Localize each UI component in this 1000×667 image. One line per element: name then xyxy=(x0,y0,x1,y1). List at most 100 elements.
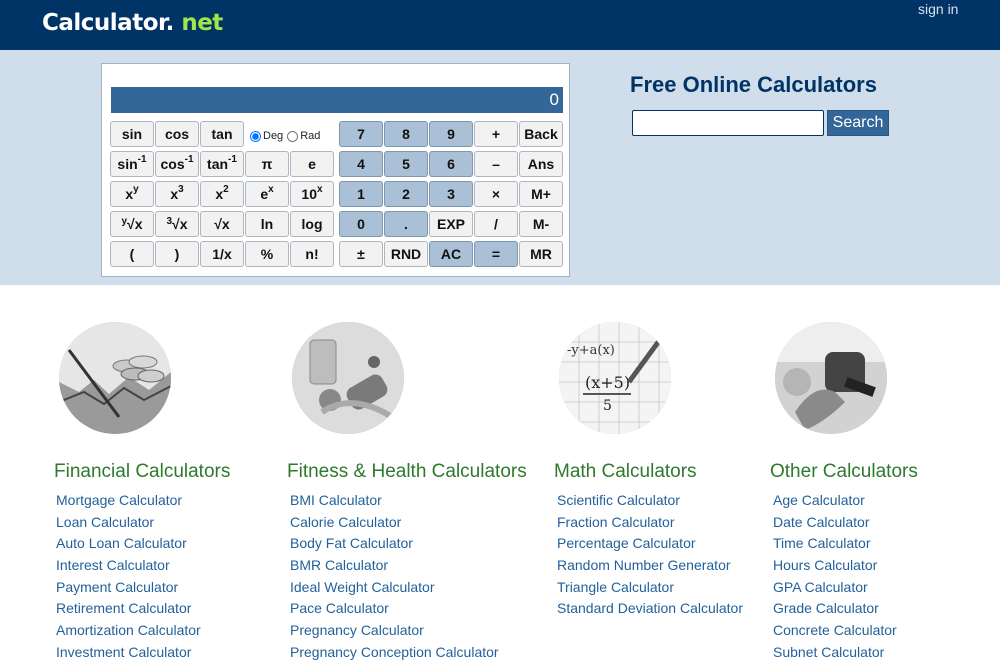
key-factorial[interactable]: n! xyxy=(290,241,334,267)
key-sqrt[interactable]: √x xyxy=(200,211,244,237)
deg-option[interactable]: Deg xyxy=(250,130,283,142)
search-button[interactable]: Search xyxy=(827,110,889,136)
key-random[interactable]: RND xyxy=(384,241,428,267)
key-acos[interactable]: cos-1 xyxy=(155,151,199,177)
key-times[interactable]: × xyxy=(474,181,518,207)
link-standard-deviation-calculator[interactable]: Standard Deviation Calculator xyxy=(557,600,743,616)
link-random-number-generator[interactable]: Random Number Generator xyxy=(557,557,731,573)
link-percentage-calculator[interactable]: Percentage Calculator xyxy=(557,535,696,551)
key-3[interactable]: 3 xyxy=(429,181,473,207)
key-nth-root[interactable]: y√x xyxy=(110,211,154,237)
link-mortgage-calculator[interactable]: Mortgage Calculator xyxy=(56,492,182,508)
financial-image[interactable] xyxy=(59,322,171,434)
link-date-calculator[interactable]: Date Calculator xyxy=(773,514,870,530)
list-item: Payment Calculator xyxy=(56,579,201,601)
key-1[interactable]: 1 xyxy=(339,181,383,207)
link-ideal-weight-calculator[interactable]: Ideal Weight Calculator xyxy=(290,579,434,595)
fitness-image[interactable] xyxy=(292,322,404,434)
key-reciprocal[interactable]: 1/x xyxy=(200,241,244,267)
link-pace-calculator[interactable]: Pace Calculator xyxy=(290,600,389,616)
key-7[interactable]: 7 xyxy=(339,121,383,147)
rad-radio[interactable] xyxy=(287,130,299,142)
list-item: Interest Calculator xyxy=(56,557,201,579)
rad-label: Rad xyxy=(300,130,321,142)
key-ln[interactable]: ln xyxy=(245,211,289,237)
site-logo[interactable]: Calculator. net xyxy=(42,10,223,36)
link-bmi-calculator[interactable]: BMI Calculator xyxy=(290,492,382,508)
key-ten-power[interactable]: 10x xyxy=(290,181,334,207)
other-image[interactable] xyxy=(775,322,887,434)
search-input[interactable] xyxy=(632,110,824,136)
key-exp-e[interactable]: ex xyxy=(245,181,289,207)
link-investment-calculator[interactable]: Investment Calculator xyxy=(56,644,191,660)
category-title[interactable]: Math Calculators xyxy=(554,461,697,483)
category-title[interactable]: Other Calculators xyxy=(770,461,918,483)
key-0[interactable]: 0 xyxy=(339,211,383,237)
category-title[interactable]: Fitness & Health Calculators xyxy=(287,461,527,483)
key-e[interactable]: e xyxy=(290,151,334,177)
sign-in-link[interactable]: sign in xyxy=(918,1,958,17)
link-bmr-calculator[interactable]: BMR Calculator xyxy=(290,557,388,573)
key-square[interactable]: x2 xyxy=(200,181,244,207)
key-4[interactable]: 4 xyxy=(339,151,383,177)
key-asin[interactable]: sin-1 xyxy=(110,151,154,177)
category-title[interactable]: Financial Calculators xyxy=(54,461,230,483)
link-gpa-calculator[interactable]: GPA Calculator xyxy=(773,579,868,595)
key-memory-minus[interactable]: M- xyxy=(519,211,563,237)
key-8[interactable]: 8 xyxy=(384,121,428,147)
link-scientific-calculator[interactable]: Scientific Calculator xyxy=(557,492,680,508)
link-interest-calculator[interactable]: Interest Calculator xyxy=(56,557,170,573)
math-image[interactable]: -y+a(x) (x+5) 5 xyxy=(559,322,671,434)
key-5[interactable]: 5 xyxy=(384,151,428,177)
key-left-paren[interactable]: ( xyxy=(110,241,154,267)
key-back[interactable]: Back xyxy=(519,121,563,147)
link-pregnancy-calculator[interactable]: Pregnancy Calculator xyxy=(290,622,424,638)
list-item: Pregnancy Calculator xyxy=(290,622,499,644)
key-ans[interactable]: Ans xyxy=(519,151,563,177)
key-right-paren[interactable]: ) xyxy=(155,241,199,267)
key-2[interactable]: 2 xyxy=(384,181,428,207)
key-decimal[interactable]: . xyxy=(384,211,428,237)
link-time-calculator[interactable]: Time Calculator xyxy=(773,535,871,551)
list-item: BMI Calculator xyxy=(290,492,499,514)
link-concrete-calculator[interactable]: Concrete Calculator xyxy=(773,622,897,638)
key-log[interactable]: log xyxy=(290,211,334,237)
deg-radio[interactable] xyxy=(250,130,261,142)
key-9[interactable]: 9 xyxy=(429,121,473,147)
key-sin[interactable]: sin xyxy=(110,121,154,147)
list-item: Amortization Calculator xyxy=(56,622,201,644)
key-minus[interactable]: – xyxy=(474,151,518,177)
link-calorie-calculator[interactable]: Calorie Calculator xyxy=(290,514,401,530)
key-tan[interactable]: tan xyxy=(200,121,244,147)
key-plus-minus[interactable]: ± xyxy=(339,241,383,267)
link-auto-loan-calculator[interactable]: Auto Loan Calculator xyxy=(56,535,187,551)
key-memory-recall[interactable]: MR xyxy=(519,241,563,267)
key-pi[interactable]: π xyxy=(245,151,289,177)
link-body-fat-calculator[interactable]: Body Fat Calculator xyxy=(290,535,413,551)
key-divide[interactable]: / xyxy=(474,211,518,237)
link-subnet-calculator[interactable]: Subnet Calculator xyxy=(773,644,884,660)
key-cube[interactable]: x3 xyxy=(155,181,199,207)
key-power[interactable]: xy xyxy=(110,181,154,207)
key-plus[interactable]: + xyxy=(474,121,518,147)
link-loan-calculator[interactable]: Loan Calculator xyxy=(56,514,154,530)
link-grade-calculator[interactable]: Grade Calculator xyxy=(773,600,879,616)
link-retirement-calculator[interactable]: Retirement Calculator xyxy=(56,600,191,616)
link-payment-calculator[interactable]: Payment Calculator xyxy=(56,579,178,595)
key-atan[interactable]: tan-1 xyxy=(200,151,244,177)
key-memory-plus[interactable]: M+ xyxy=(519,181,563,207)
key-exp[interactable]: EXP xyxy=(429,211,473,237)
key-percent[interactable]: % xyxy=(245,241,289,267)
link-fraction-calculator[interactable]: Fraction Calculator xyxy=(557,514,675,530)
link-triangle-calculator[interactable]: Triangle Calculator xyxy=(557,579,674,595)
key-cos[interactable]: cos xyxy=(155,121,199,147)
key-equals[interactable]: = xyxy=(474,241,518,267)
link-age-calculator[interactable]: Age Calculator xyxy=(773,492,865,508)
link-amortization-calculator[interactable]: Amortization Calculator xyxy=(56,622,201,638)
link-pregnancy-conception-calculator[interactable]: Pregnancy Conception Calculator xyxy=(290,644,499,660)
key-cube-root[interactable]: 3√x xyxy=(155,211,199,237)
rad-option[interactable]: Rad xyxy=(287,130,320,142)
key-6[interactable]: 6 xyxy=(429,151,473,177)
link-hours-calculator[interactable]: Hours Calculator xyxy=(773,557,877,573)
key-all-clear[interactable]: AC xyxy=(429,241,473,267)
